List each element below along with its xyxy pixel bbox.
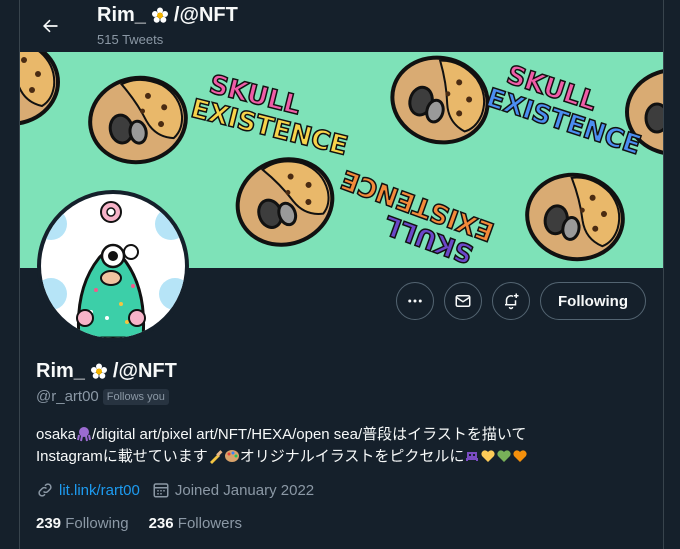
- message-button[interactable]: [444, 282, 483, 320]
- more-icon: [408, 299, 422, 303]
- orange-heart-icon: [513, 450, 528, 462]
- profile-name-suffix: /@NFT: [112, 360, 177, 382]
- follows-you-badge: Follows you: [102, 388, 169, 405]
- calendar-icon: [153, 483, 169, 498]
- bell-plus-icon: [505, 293, 519, 310]
- profile-page: Rim_ /@NFT 515 Tweets SKULL EXISTENCE SK…: [19, 0, 664, 549]
- following-label: Following: [65, 515, 129, 532]
- title-name: Rim_: [97, 4, 146, 26]
- bio-line-1-start: osaka: [36, 426, 77, 443]
- title-suffix: /@NFT: [173, 4, 238, 26]
- profile-link[interactable]: lit.link/rart00: [36, 481, 140, 499]
- tweet-count: 515 Tweets: [97, 32, 164, 47]
- handle-row: @r_art00 Follows you: [36, 388, 169, 405]
- writing-hand-emoji-icon: [209, 450, 223, 464]
- avatar-illustration: [41, 194, 185, 338]
- profile-bio: osaka/digital art/pixel art/NFT/HEXA/ope…: [36, 424, 636, 468]
- profile-handle: @r_art00: [36, 388, 99, 405]
- octopus-emoji-icon: [77, 427, 92, 442]
- notify-button[interactable]: [492, 282, 531, 320]
- profile-actions: Following: [396, 282, 646, 320]
- profile-meta: lit.link/rart00 Joined January 2022: [36, 481, 314, 499]
- arrow-left-icon: [43, 19, 58, 33]
- follow-stats: 239 Following 236 Followers: [36, 515, 242, 532]
- bio-line-1: osaka/digital art/pixel art/NFT/HEXA/ope…: [36, 424, 636, 446]
- link-icon: [38, 483, 52, 497]
- bio-line-1-rest: /digital art/pixel art/NFT/HEXA/open sea…: [92, 426, 527, 443]
- bio-line-2-rest: オリジナルイラストをピクセルに: [239, 448, 465, 465]
- followers-number: 236: [148, 515, 174, 532]
- profile-name: Rim_ /@NFT: [36, 360, 177, 383]
- green-heart-icon: [497, 450, 512, 462]
- followers-count[interactable]: 236 Followers: [149, 515, 242, 532]
- page-title: Rim_ /@NFT: [97, 4, 238, 27]
- joined-date: Joined January 2022: [152, 481, 314, 499]
- alien-monster-emoji-icon: [466, 452, 479, 461]
- profile-link-text[interactable]: lit.link/rart00: [59, 482, 140, 499]
- following-number: 239: [36, 515, 62, 532]
- profile-name-text: Rim_: [36, 360, 85, 382]
- followers-label: Followers: [177, 515, 242, 532]
- palette-emoji-icon: [224, 450, 239, 462]
- envelope-icon: [455, 295, 471, 307]
- yellow-heart-icon: [481, 450, 496, 462]
- more-button[interactable]: [396, 282, 435, 320]
- bio-line-2: Instagramに載せています オリジナルイラストをピクセルに: [36, 446, 636, 468]
- top-bar: Rim_ /@NFT 515 Tweets: [20, 0, 663, 52]
- flower-emoji-icon: [151, 7, 168, 23]
- following-button[interactable]: Following: [540, 282, 646, 320]
- back-button[interactable]: [34, 10, 66, 42]
- joined-text: Joined January 2022: [174, 481, 315, 499]
- flower-emoji-icon: [90, 363, 107, 379]
- following-count[interactable]: 239 Following: [36, 515, 129, 532]
- avatar[interactable]: [37, 190, 189, 342]
- bio-line-2-start: Instagramに載せています: [36, 448, 208, 465]
